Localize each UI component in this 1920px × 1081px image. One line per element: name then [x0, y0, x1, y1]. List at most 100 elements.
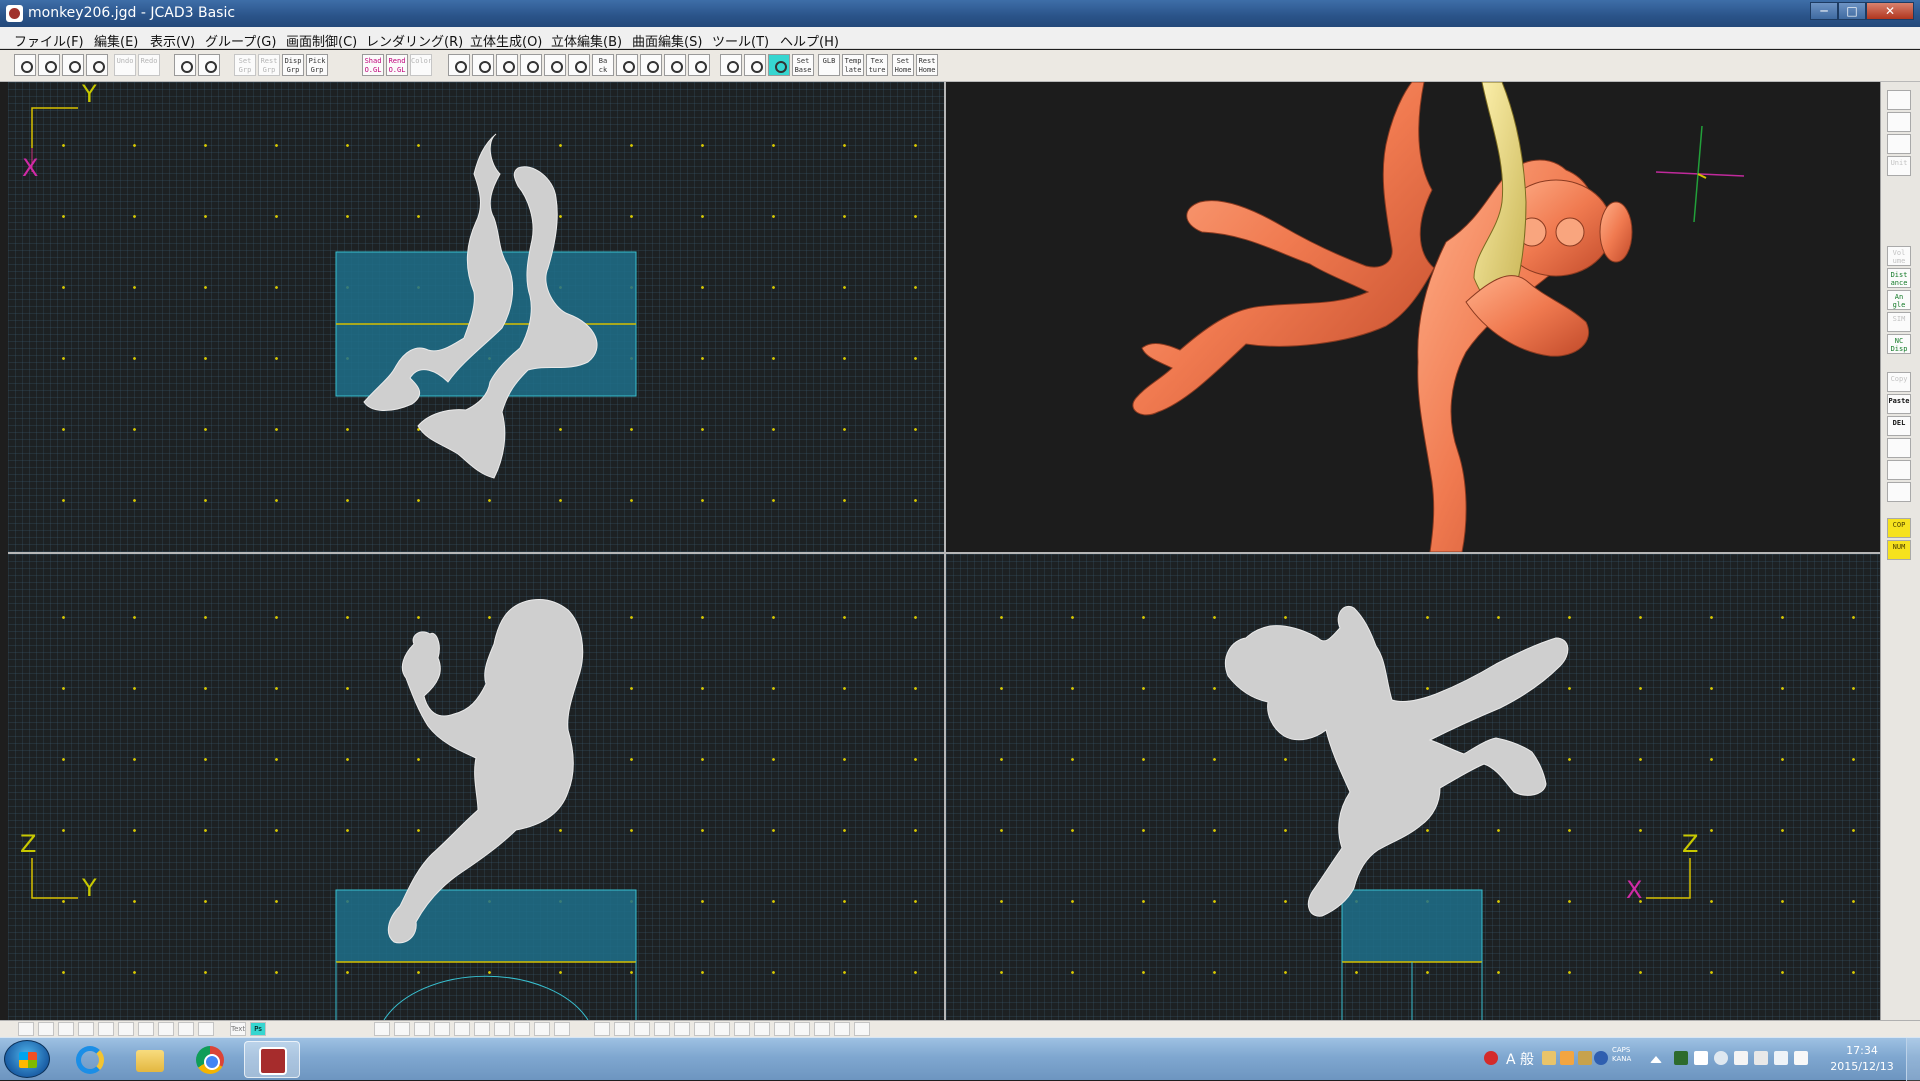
set-base-button[interactable]: Set Base [792, 54, 814, 76]
menu-item-7[interactable]: 立体生成(O) [470, 31, 542, 50]
clock[interactable]: 17:34 2015/12/13 [1822, 1043, 1902, 1075]
grid-lines-button[interactable] [720, 54, 742, 76]
bottom-tool-34[interactable] [854, 1022, 870, 1036]
bottom-tool-16[interactable] [474, 1022, 490, 1036]
save-file-button[interactable] [62, 54, 84, 76]
template-button[interactable]: Temp late [842, 54, 864, 76]
grid-dots-button[interactable] [744, 54, 766, 76]
bottom-tool-10[interactable] [198, 1022, 214, 1036]
bottom-tool-12[interactable] [394, 1022, 410, 1036]
bottom-tool-27[interactable] [714, 1022, 730, 1036]
texture-button[interactable]: Tex ture [866, 54, 888, 76]
show-desktop-button[interactable] [1906, 1038, 1920, 1081]
shade-opengl-button[interactable]: Shad O.GL [362, 54, 384, 76]
bottom-tool-28[interactable] [734, 1022, 750, 1036]
delete-button[interactable]: DEL [1887, 416, 1911, 436]
viewport-top[interactable]: Y X [8, 82, 944, 552]
bottom-tool-31[interactable] [794, 1022, 810, 1036]
view-box-button[interactable] [688, 54, 710, 76]
app-tray-icon[interactable] [1674, 1051, 1688, 1065]
close-button[interactable]: ✕ [1866, 2, 1914, 20]
menu-item-1[interactable]: ファイル(F) [14, 31, 84, 50]
sync-icon[interactable] [1714, 1051, 1728, 1065]
viewport-front[interactable]: Z Y [8, 554, 944, 1020]
redo-button[interactable]: Redo [138, 54, 160, 76]
minimize-button[interactable]: ─ [1810, 2, 1838, 20]
sim-button[interactable]: SIM [1887, 312, 1911, 332]
distance-button[interactable]: Dist ance [1887, 268, 1911, 288]
tool-13-button[interactable] [1887, 438, 1911, 458]
bottom-tool-19[interactable] [534, 1022, 550, 1036]
rot-x-button[interactable] [616, 54, 638, 76]
bottom-tool-7[interactable] [138, 1022, 154, 1036]
paste-button[interactable]: Paste [1887, 394, 1911, 414]
zoom-all-button[interactable] [496, 54, 518, 76]
bottom-tool-14[interactable] [434, 1022, 450, 1036]
bottom-tool-6[interactable] [118, 1022, 134, 1036]
bottom-tool-30[interactable] [774, 1022, 790, 1036]
zoom-out-button[interactable] [472, 54, 494, 76]
start-button[interactable] [4, 1040, 50, 1078]
bottom-tool-33[interactable] [834, 1022, 850, 1036]
cop-button[interactable]: COP [1887, 518, 1911, 538]
maximize-button[interactable]: □ [1838, 2, 1866, 20]
pick-group-button[interactable]: Pick Grp [306, 54, 328, 76]
nc-display-button[interactable]: NC Disp [1887, 334, 1911, 354]
ime-mode-indicator[interactable]: A 般 [1506, 1049, 1534, 1069]
bottom-tool-20[interactable] [554, 1022, 570, 1036]
bottom-tool-13[interactable] [414, 1022, 430, 1036]
volume-button[interactable]: Vol ume [1887, 246, 1911, 266]
viewport-side[interactable]: Z X [946, 554, 1880, 1020]
bottom-tool-21[interactable] [594, 1022, 610, 1036]
volume-icon[interactable] [1794, 1051, 1808, 1065]
bottom-tool-23[interactable] [634, 1022, 650, 1036]
windows-tray-icon[interactable] [1694, 1051, 1708, 1065]
bottom-tool-5[interactable] [98, 1022, 114, 1036]
action-center-flag-icon[interactable] [1734, 1051, 1748, 1065]
menu-item-2[interactable]: 編集(E) [94, 31, 138, 50]
open-file-button[interactable] [38, 54, 60, 76]
grid-active-button[interactable] [768, 54, 790, 76]
bottom-tool-11[interactable] [374, 1022, 390, 1036]
reset-group-button[interactable]: Rest Grp [258, 54, 280, 76]
print-button[interactable] [86, 54, 108, 76]
rot-z-button[interactable] [664, 54, 686, 76]
bottom-tool-2[interactable] [38, 1022, 54, 1036]
jcad-taskbar-button[interactable] [244, 1041, 300, 1078]
tool-3-button[interactable] [1887, 134, 1911, 154]
notification-icon[interactable] [1484, 1051, 1498, 1065]
bottom-tool-26[interactable] [694, 1022, 710, 1036]
pan-button[interactable] [568, 54, 590, 76]
ime-dictionary-icon[interactable] [1560, 1051, 1574, 1065]
set-group-button[interactable]: Set Grp [234, 54, 256, 76]
global-button[interactable]: GLB [818, 54, 840, 76]
app-icon[interactable] [6, 5, 23, 22]
internet-explorer-taskbar-button[interactable] [62, 1041, 118, 1078]
help-icon[interactable] [1594, 1051, 1608, 1065]
render-opengl-button[interactable]: Rend O.GL [386, 54, 408, 76]
zoom-window-button[interactable] [520, 54, 542, 76]
reset-home-button[interactable]: Rest Home [916, 54, 938, 76]
back-button[interactable]: Ba ck [592, 54, 614, 76]
num-button[interactable]: NUM [1887, 540, 1911, 560]
bottom-tool-3[interactable] [58, 1022, 74, 1036]
power-icon[interactable] [1774, 1051, 1788, 1065]
copy-button[interactable]: Copy [1887, 372, 1911, 392]
bottom-tool-9[interactable] [178, 1022, 194, 1036]
menu-item-9[interactable]: 曲面編集(S) [632, 31, 702, 50]
zoom-fit-button[interactable] [544, 54, 566, 76]
bottom-tool-24[interactable] [654, 1022, 670, 1036]
tool-15-button[interactable] [1887, 482, 1911, 502]
undo-button[interactable]: Undo [114, 54, 136, 76]
display-group-button[interactable]: Disp Grp [282, 54, 304, 76]
layout-button[interactable] [198, 54, 220, 76]
show-hidden-icons-icon[interactable] [1650, 1056, 1662, 1063]
bottom-tool-1[interactable] [18, 1022, 34, 1036]
file-explorer-taskbar-button[interactable] [122, 1041, 178, 1078]
bottom-tool-22[interactable] [614, 1022, 630, 1036]
tool-1-button[interactable] [1887, 90, 1911, 110]
menu-item-10[interactable]: ツール(T) [712, 31, 769, 50]
menu-item-5[interactable]: 画面制御(C) [286, 31, 357, 50]
active-tool-button[interactable]: Ps [250, 1022, 266, 1036]
bottom-tool-18[interactable] [514, 1022, 530, 1036]
